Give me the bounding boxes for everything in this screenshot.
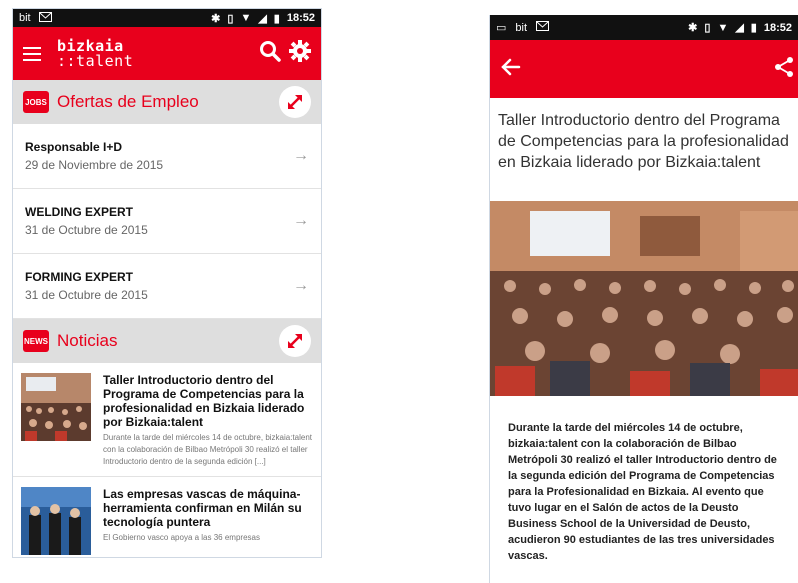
chevron-right-icon: → (293, 277, 309, 294)
news-thumbnail (21, 373, 91, 441)
article-app-bar (490, 40, 798, 98)
news-thumbnail (21, 487, 91, 555)
signal-icon: ◢ (735, 22, 744, 34)
mail-icon (536, 21, 550, 34)
share-icon[interactable] (772, 55, 796, 84)
clock: 18:52 (286, 12, 315, 24)
news-title: Las empresas vascas de máquina-herramien… (103, 487, 302, 529)
job-item[interactable]: FORMING EXPERT 31 de Octubre de 2015 → (13, 254, 321, 319)
signal-icon: ◢ (258, 12, 267, 25)
app-logo: bizkaia ::talent (57, 38, 134, 70)
article-title: Taller Introductorio dentro del Programa… (498, 112, 789, 171)
search-icon[interactable] (259, 40, 281, 67)
gear-icon[interactable] (289, 40, 311, 67)
chevron-right-icon: → (293, 212, 309, 229)
job-item[interactable]: Responsable I+D 29 de Noviembre de 2015 … (13, 124, 321, 189)
news-title: Taller Introductorio dentro del Programa… (103, 373, 305, 429)
mail-icon (38, 11, 52, 25)
carrier-label: bit (19, 12, 31, 24)
bluetooth-icon: ✱ (211, 12, 221, 25)
status-bar: bit ✱ ▯ ▼ ◢ ▮ 18:52 (13, 9, 321, 27)
app-bar: bizkaia ::talent (13, 27, 321, 80)
article-body: Durante la tarde del miércoles 14 de oct… (508, 422, 777, 562)
news-item[interactable]: Taller Introductorio dentro del Programa… (13, 363, 321, 477)
news-item[interactable]: Las empresas vascas de máquina-herramien… (13, 477, 321, 557)
expand-icon[interactable] (279, 86, 311, 118)
news-excerpt: Durante la tarde del miércoles 14 de oct… (103, 433, 313, 466)
news-excerpt: El Gobierno vasco apoya a las 36 empresa… (103, 533, 260, 542)
vibrate-icon: ▯ (704, 22, 711, 34)
expand-icon[interactable] (279, 325, 311, 357)
job-date: 31 de Octubre de 2015 (25, 288, 148, 302)
status-bar: ▭ bit ✱ ▯ ▼ ◢ ▮ 18:52 (490, 15, 798, 40)
chevron-right-icon: → (293, 147, 309, 164)
job-date: 29 de Noviembre de 2015 (25, 158, 164, 172)
article-hero-image (490, 201, 798, 396)
news-section-header: NEWS Noticias (13, 319, 321, 363)
news-section-title: Noticias (57, 331, 118, 350)
battery-icon: ▮ (273, 12, 280, 25)
wifi-icon: ▼ (717, 21, 729, 34)
battery-icon: ▮ (750, 22, 757, 34)
job-title: WELDING EXPERT (25, 205, 134, 219)
home-screen: bit ✱ ▯ ▼ ◢ ▮ 18:52 bizkaia ::talent JOB… (12, 8, 322, 558)
carrier-label: bit (515, 21, 528, 34)
bluetooth-icon: ✱ (688, 22, 698, 34)
vibrate-icon: ▯ (227, 12, 234, 25)
logo-line2: ::talent (57, 51, 134, 70)
back-arrow-icon[interactable] (500, 56, 522, 83)
job-title: Responsable I+D (25, 140, 123, 154)
jobs-section-title: Ofertas de Empleo (57, 92, 199, 111)
screenshot-icon: ▭ (496, 22, 507, 34)
menu-icon[interactable] (23, 46, 41, 61)
job-date: 31 de Octubre de 2015 (25, 223, 148, 237)
article-screen: ▭ bit ✱ ▯ ▼ ◢ ▮ 18:52 Taller Introductor… (489, 15, 798, 583)
wifi-icon: ▼ (240, 12, 252, 24)
clock: 18:52 (763, 21, 792, 34)
news-icon: NEWS (23, 330, 49, 352)
jobs-section-header: JOBS Ofertas de Empleo (13, 80, 321, 124)
jobs-icon: JOBS (23, 91, 49, 113)
job-item[interactable]: WELDING EXPERT 31 de Octubre de 2015 → (13, 189, 321, 254)
job-title: FORMING EXPERT (25, 270, 134, 284)
